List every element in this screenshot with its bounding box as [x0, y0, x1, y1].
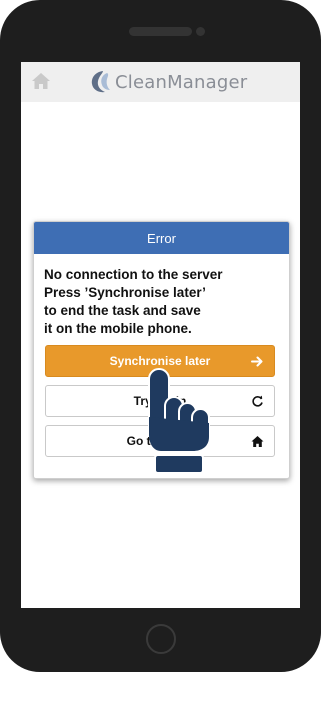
phone-home-button[interactable] — [146, 624, 176, 654]
phone-frame: CleanManager Error No connection to the … — [0, 0, 321, 672]
phone-screen: CleanManager Error No connection to the … — [21, 62, 300, 608]
app-logo: CleanManager — [89, 67, 247, 97]
phone-camera — [196, 27, 205, 36]
refresh-icon — [252, 395, 263, 407]
app-header: CleanManager — [21, 62, 300, 102]
pointing-hand-icon — [148, 368, 210, 474]
home-icon[interactable] — [31, 71, 51, 91]
home-icon — [251, 436, 264, 447]
phone-speaker — [129, 27, 192, 36]
logo-swirl-icon — [91, 71, 110, 93]
logo-text: CleanManager — [115, 71, 248, 93]
dialog-message: No connection to the server Press ’Synch… — [44, 267, 223, 336]
synchronise-later-label: Synchronise later — [109, 354, 211, 368]
arrow-right-icon — [251, 356, 263, 367]
dialog-title: Error — [34, 222, 289, 254]
